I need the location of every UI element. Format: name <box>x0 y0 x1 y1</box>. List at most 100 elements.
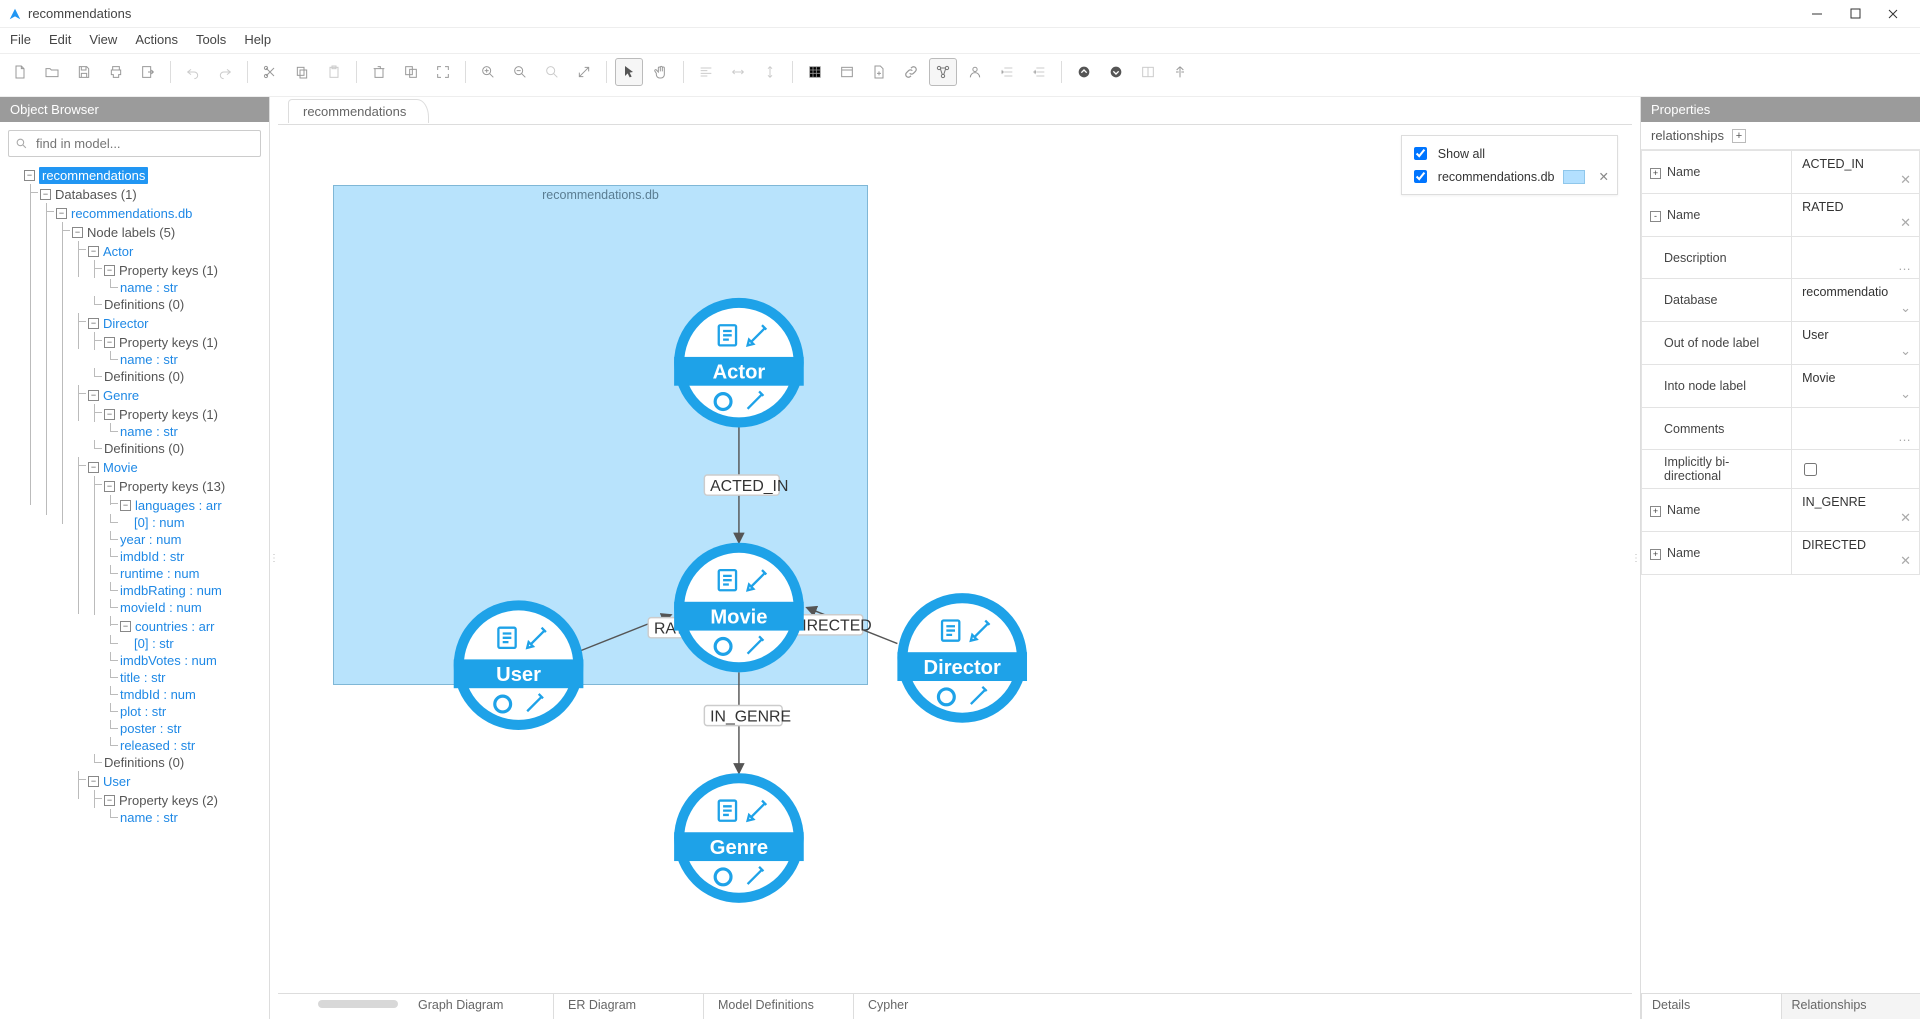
tree-prop[interactable]: runtime : num <box>120 565 199 582</box>
menu-help[interactable]: Help <box>244 32 271 47</box>
graph-icon[interactable] <box>929 58 957 86</box>
tree-label-user[interactable]: User <box>103 773 130 790</box>
tree-defs[interactable]: Definitions (0) <box>104 754 184 771</box>
tree-prop[interactable]: title : str <box>120 669 166 686</box>
left-gutter[interactable]: ⋮ <box>270 97 278 1019</box>
prop-input[interactable] <box>1800 494 1911 510</box>
prop-input[interactable] <box>1800 413 1911 429</box>
prop-value[interactable]: ✕ <box>1792 532 1920 575</box>
print-icon[interactable] <box>102 58 130 86</box>
prop-value[interactable]: … <box>1792 408 1920 450</box>
align-left-icon[interactable] <box>692 58 720 86</box>
tree-prop[interactable]: name : str <box>120 279 178 296</box>
resize-icon[interactable] <box>570 58 598 86</box>
tree-prop[interactable]: [0] : str <box>134 635 174 652</box>
tree-propkeys[interactable]: Property keys (1) <box>119 262 218 279</box>
minimize-button[interactable] <box>1798 2 1836 26</box>
prop-expander-icon[interactable]: - <box>1650 211 1661 222</box>
cut-icon[interactable] <box>256 58 284 86</box>
prop-value[interactable] <box>1792 450 1920 489</box>
paste-icon[interactable] <box>320 58 348 86</box>
tree-prop[interactable]: imdbRating : num <box>120 582 222 599</box>
tab-model-definitions[interactable]: Model Definitions <box>704 994 854 1019</box>
list-indent-icon[interactable] <box>993 58 1021 86</box>
list-outdent-icon[interactable] <box>1025 58 1053 86</box>
model-tree[interactable]: −recommendations −Databases (1) −recomme… <box>0 165 269 1019</box>
tree-prop[interactable]: plot : str <box>120 703 166 720</box>
zoom-icon[interactable] <box>538 58 566 86</box>
clear-icon[interactable]: ✕ <box>1900 215 1911 231</box>
tree-prop[interactable]: name : str <box>120 809 178 826</box>
node-director[interactable]: Director <box>897 593 1027 723</box>
add-doc-icon[interactable] <box>865 58 893 86</box>
open-folder-icon[interactable] <box>38 58 66 86</box>
link-icon[interactable] <box>897 58 925 86</box>
person-icon[interactable] <box>961 58 989 86</box>
maximize-button[interactable] <box>1836 2 1874 26</box>
tree-prop[interactable]: poster : str <box>120 720 181 737</box>
tree-prop[interactable]: countries : arr <box>135 618 214 635</box>
delete-icon[interactable] <box>365 58 393 86</box>
duplicate-icon[interactable] <box>397 58 425 86</box>
export-icon[interactable] <box>134 58 162 86</box>
tree-defs[interactable]: Definitions (0) <box>104 368 184 385</box>
tree-propkeys[interactable]: Property keys (1) <box>119 334 218 351</box>
doc-tab-recommendations[interactable]: recommendations <box>288 99 429 123</box>
prop-checkbox[interactable] <box>1804 463 1817 476</box>
tree-db[interactable]: recommendations.db <box>71 205 192 222</box>
prop-value[interactable]: … <box>1792 237 1920 279</box>
prop-input[interactable] <box>1800 156 1911 172</box>
clear-icon[interactable]: ✕ <box>1900 510 1911 526</box>
node-actor[interactable]: Actor <box>674 298 804 428</box>
tree-prop[interactable]: year : num <box>120 531 181 548</box>
down-circle-icon[interactable] <box>1102 58 1130 86</box>
tree-prop[interactable]: tmdbId : num <box>120 686 196 703</box>
prop-value[interactable]: ⌄ <box>1792 322 1920 365</box>
right-gutter[interactable]: ⋮ <box>1632 97 1640 1019</box>
tree-propkeys[interactable]: Property keys (2) <box>119 792 218 809</box>
prop-input[interactable] <box>1800 284 1911 300</box>
prop-input[interactable] <box>1800 370 1911 386</box>
h-scroll-thumb[interactable] <box>318 1000 398 1008</box>
pointer-icon[interactable] <box>615 58 643 86</box>
tree-label-actor[interactable]: Actor <box>103 243 133 260</box>
legend-showall-check[interactable] <box>1414 147 1427 160</box>
prop-expander-icon[interactable]: + <box>1650 506 1661 517</box>
zoom-in-icon[interactable] <box>474 58 502 86</box>
clear-icon[interactable]: ✕ <box>1900 553 1911 569</box>
node-movie[interactable]: Movie <box>674 543 804 673</box>
split-icon[interactable] <box>1134 58 1162 86</box>
more-icon[interactable]: … <box>1898 258 1911 273</box>
prop-input[interactable] <box>1800 199 1911 215</box>
dropdown-icon[interactable]: ⌄ <box>1900 343 1911 359</box>
tree-prop[interactable]: imdbVotes : num <box>120 652 217 669</box>
tree-label-genre[interactable]: Genre <box>103 387 139 404</box>
menu-edit[interactable]: Edit <box>49 32 71 47</box>
prop-input[interactable] <box>1800 242 1911 258</box>
tree-defs[interactable]: Definitions (0) <box>104 296 184 313</box>
tab-graph-diagram[interactable]: Graph Diagram <box>404 994 554 1019</box>
new-file-icon[interactable] <box>6 58 34 86</box>
tree-prop[interactable]: name : str <box>120 423 178 440</box>
crumb-add-icon[interactable]: + <box>1732 129 1746 143</box>
node-genre[interactable]: Genre <box>674 773 804 903</box>
tree-prop[interactable]: [0] : num <box>134 514 185 531</box>
dropdown-icon[interactable]: ⌄ <box>1900 300 1911 316</box>
tree-propkeys[interactable]: Property keys (1) <box>119 406 218 423</box>
close-button[interactable] <box>1874 2 1912 26</box>
save-icon[interactable] <box>70 58 98 86</box>
tree-propkeys[interactable]: Property keys (13) <box>119 478 225 495</box>
tree-prop[interactable]: languages : arr <box>135 497 222 514</box>
redo-icon[interactable] <box>211 58 239 86</box>
more-icon[interactable]: … <box>1898 429 1911 444</box>
menu-file[interactable]: File <box>10 32 31 47</box>
collapse-icon[interactable] <box>1166 58 1194 86</box>
tree-prop[interactable]: released : str <box>120 737 195 754</box>
menu-tools[interactable]: Tools <box>196 32 226 47</box>
hand-icon[interactable] <box>647 58 675 86</box>
canvas[interactable]: recommendations.db ACTED_IN RATED DIRECT… <box>278 125 1632 993</box>
zoom-out-icon[interactable] <box>506 58 534 86</box>
copy-icon[interactable] <box>288 58 316 86</box>
tree-prop[interactable]: name : str <box>120 351 178 368</box>
prop-value[interactable]: ⌄ <box>1792 365 1920 408</box>
